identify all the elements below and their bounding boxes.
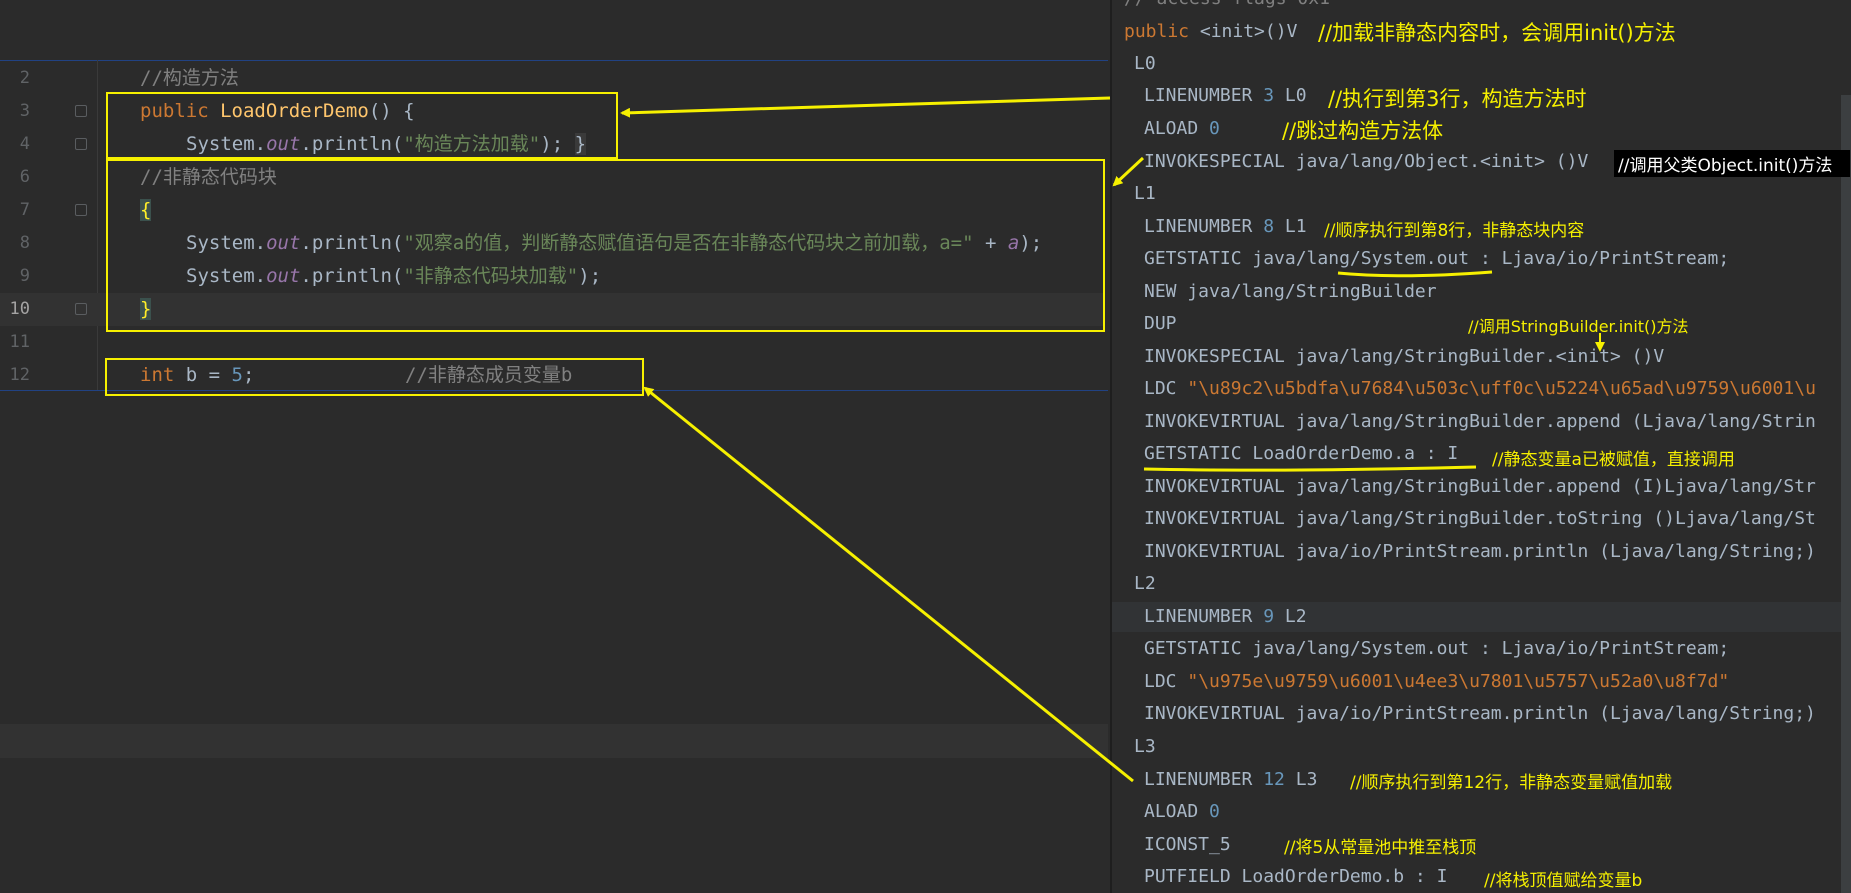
fold-icon[interactable] (75, 138, 87, 150)
annotation: //顺序执行到第8行，非静态块内容 (1324, 221, 1585, 241)
annotation: //调用StringBuilder.init()方法 (1468, 317, 1689, 336)
annotation: //顺序执行到第12行，非静态变量赋值加载 (1350, 773, 1673, 793)
fold-icon[interactable] (75, 105, 87, 117)
operand: L1 (1274, 216, 1307, 237)
fold-icon[interactable] (75, 204, 87, 216)
keyword: public (1124, 21, 1190, 42)
annotation: //执行到第3行，构造方法时 (1328, 87, 1587, 111)
line-number: 9 (19, 266, 30, 286)
bytecode-instruction: NEW java/lang/StringBuilder (1144, 281, 1437, 302)
bytecode-instruction: INVOKESPECIAL java/lang/Object.<init> ()… (1144, 151, 1589, 172)
opcode: LDC (1144, 378, 1188, 399)
editor-top-area (0, 0, 1108, 60)
editor-empty-area (0, 391, 1108, 893)
operand: 0 (1209, 801, 1220, 822)
bytecode-label: L1 (1134, 183, 1156, 204)
bytecode-label: L0 (1134, 53, 1156, 74)
opcode: LINENUMBER (1144, 85, 1264, 106)
line-number: 2 (19, 68, 30, 88)
annotation: //调用父类Object.init()方法 (1614, 150, 1850, 177)
operand: 12 (1263, 769, 1285, 790)
operand: L0 (1274, 85, 1307, 106)
operand: 9 (1263, 606, 1275, 627)
instance-block-highlight-box (106, 159, 1105, 332)
bytecode-instruction: GETSTATIC java/lang/System.out : Ljava/i… (1144, 638, 1730, 659)
line-number: 10 (9, 299, 30, 319)
annotation: //加载非静态内容时，会调用init()方法 (1318, 21, 1676, 45)
line-number: 4 (19, 134, 30, 154)
code-line[interactable]: 2 //构造方法 (0, 62, 1108, 95)
string-constant: "\u89c2\u5bdfa\u7684\u503c\uff0c\u5224\u… (1187, 378, 1816, 399)
bytecode-instruction: INVOKEVIRTUAL java/lang/StringBuilder.ap… (1144, 411, 1816, 432)
field-highlight-box (105, 358, 644, 396)
bytecode-instruction: LINENUMBER 12 L3 (1144, 767, 1317, 793)
bytecode-instruction: INVOKEVIRTUAL java/io/PrintStream.printl… (1144, 703, 1816, 724)
bytecode-instruction: ALOAD 0 (1144, 116, 1220, 142)
opcode: LINENUMBER (1144, 769, 1264, 790)
access-flags-comment: // access flags 0x1 (1124, 0, 1330, 12)
bytecode-label: L2 (1134, 573, 1156, 594)
bytecode-instruction: DUP (1144, 313, 1177, 334)
line-number: 3 (19, 101, 30, 121)
bytecode-instruction: LINENUMBER 8 L1 (1144, 214, 1307, 240)
opcode: LDC (1144, 671, 1188, 692)
bytecode-viewer-pane[interactable]: // access flags 0x1 public <init>()V //加… (1110, 0, 1851, 893)
bytecode-label: L3 (1134, 736, 1156, 757)
opcode: LINENUMBER (1144, 606, 1264, 627)
bytecode-instruction: ALOAD 0 (1144, 799, 1220, 825)
string-constant: "\u975e\u9759\u6001\u4ee3\u7801\u5757\u5… (1187, 671, 1730, 692)
bytecode-instruction: LDC "\u89c2\u5bdfa\u7684\u503c\uff0c\u52… (1144, 376, 1816, 402)
scrollbar[interactable] (1841, 95, 1851, 893)
bytecode-instruction: INVOKESPECIAL java/lang/StringBuilder.<i… (1144, 346, 1665, 367)
method-signature: public <init>()V (1124, 19, 1297, 45)
line-number: 12 (9, 365, 30, 385)
fold-icon[interactable] (75, 303, 87, 315)
opcode: ALOAD (1144, 801, 1210, 822)
line-number: 7 (19, 200, 30, 220)
annotation: //将栈顶值赋给变量b (1484, 871, 1643, 891)
bytecode-instruction: LINENUMBER 3 L0 (1144, 83, 1307, 109)
comment: //构造方法 (140, 67, 239, 89)
bytecode-instruction: INVOKEVIRTUAL java/lang/StringBuilder.ap… (1144, 476, 1816, 497)
operand: 3 (1263, 85, 1275, 106)
bytecode-instruction: LDC "\u975e\u9759\u6001\u4ee3\u7801\u575… (1144, 669, 1729, 695)
source-editor-pane[interactable]: 2 //构造方法 3 public LoadOrderDemo() { 4 Sy… (0, 0, 1108, 893)
constructor-highlight-box (106, 92, 618, 159)
bytecode-instruction: ICONST_5 (1144, 834, 1231, 855)
annotation: //跳过构造方法体 (1282, 119, 1444, 143)
bytecode-instruction: GETSTATIC LoadOrderDemo.a : I (1144, 443, 1459, 464)
line-number: 8 (19, 233, 30, 253)
current-line-highlight (0, 724, 1108, 758)
operand: 0 (1209, 118, 1220, 139)
operand: L2 (1274, 606, 1307, 627)
line-number: 11 (9, 332, 30, 352)
bytecode-instruction: LINENUMBER 9 L2 (1144, 604, 1307, 630)
opcode: ALOAD (1144, 118, 1210, 139)
annotation: //将5从常量池中推至栈顶 (1284, 838, 1477, 858)
operand: 8 (1263, 216, 1275, 237)
opcode: LINENUMBER (1144, 216, 1264, 237)
operand: L3 (1284, 769, 1318, 790)
bytecode-instruction: PUTFIELD LoadOrderDemo.b : I (1144, 866, 1448, 887)
bytecode-instruction: INVOKEVIRTUAL java/lang/StringBuilder.to… (1144, 508, 1816, 529)
bytecode-instruction: GETSTATIC java/lang/System.out : Ljava/i… (1144, 248, 1730, 269)
line-number: 6 (19, 167, 30, 187)
signature-text: <init>()V (1189, 21, 1298, 42)
annotation: //静态变量a已被赋值，直接调用 (1492, 450, 1735, 470)
bytecode-instruction: INVOKEVIRTUAL java/io/PrintStream.printl… (1144, 541, 1816, 562)
